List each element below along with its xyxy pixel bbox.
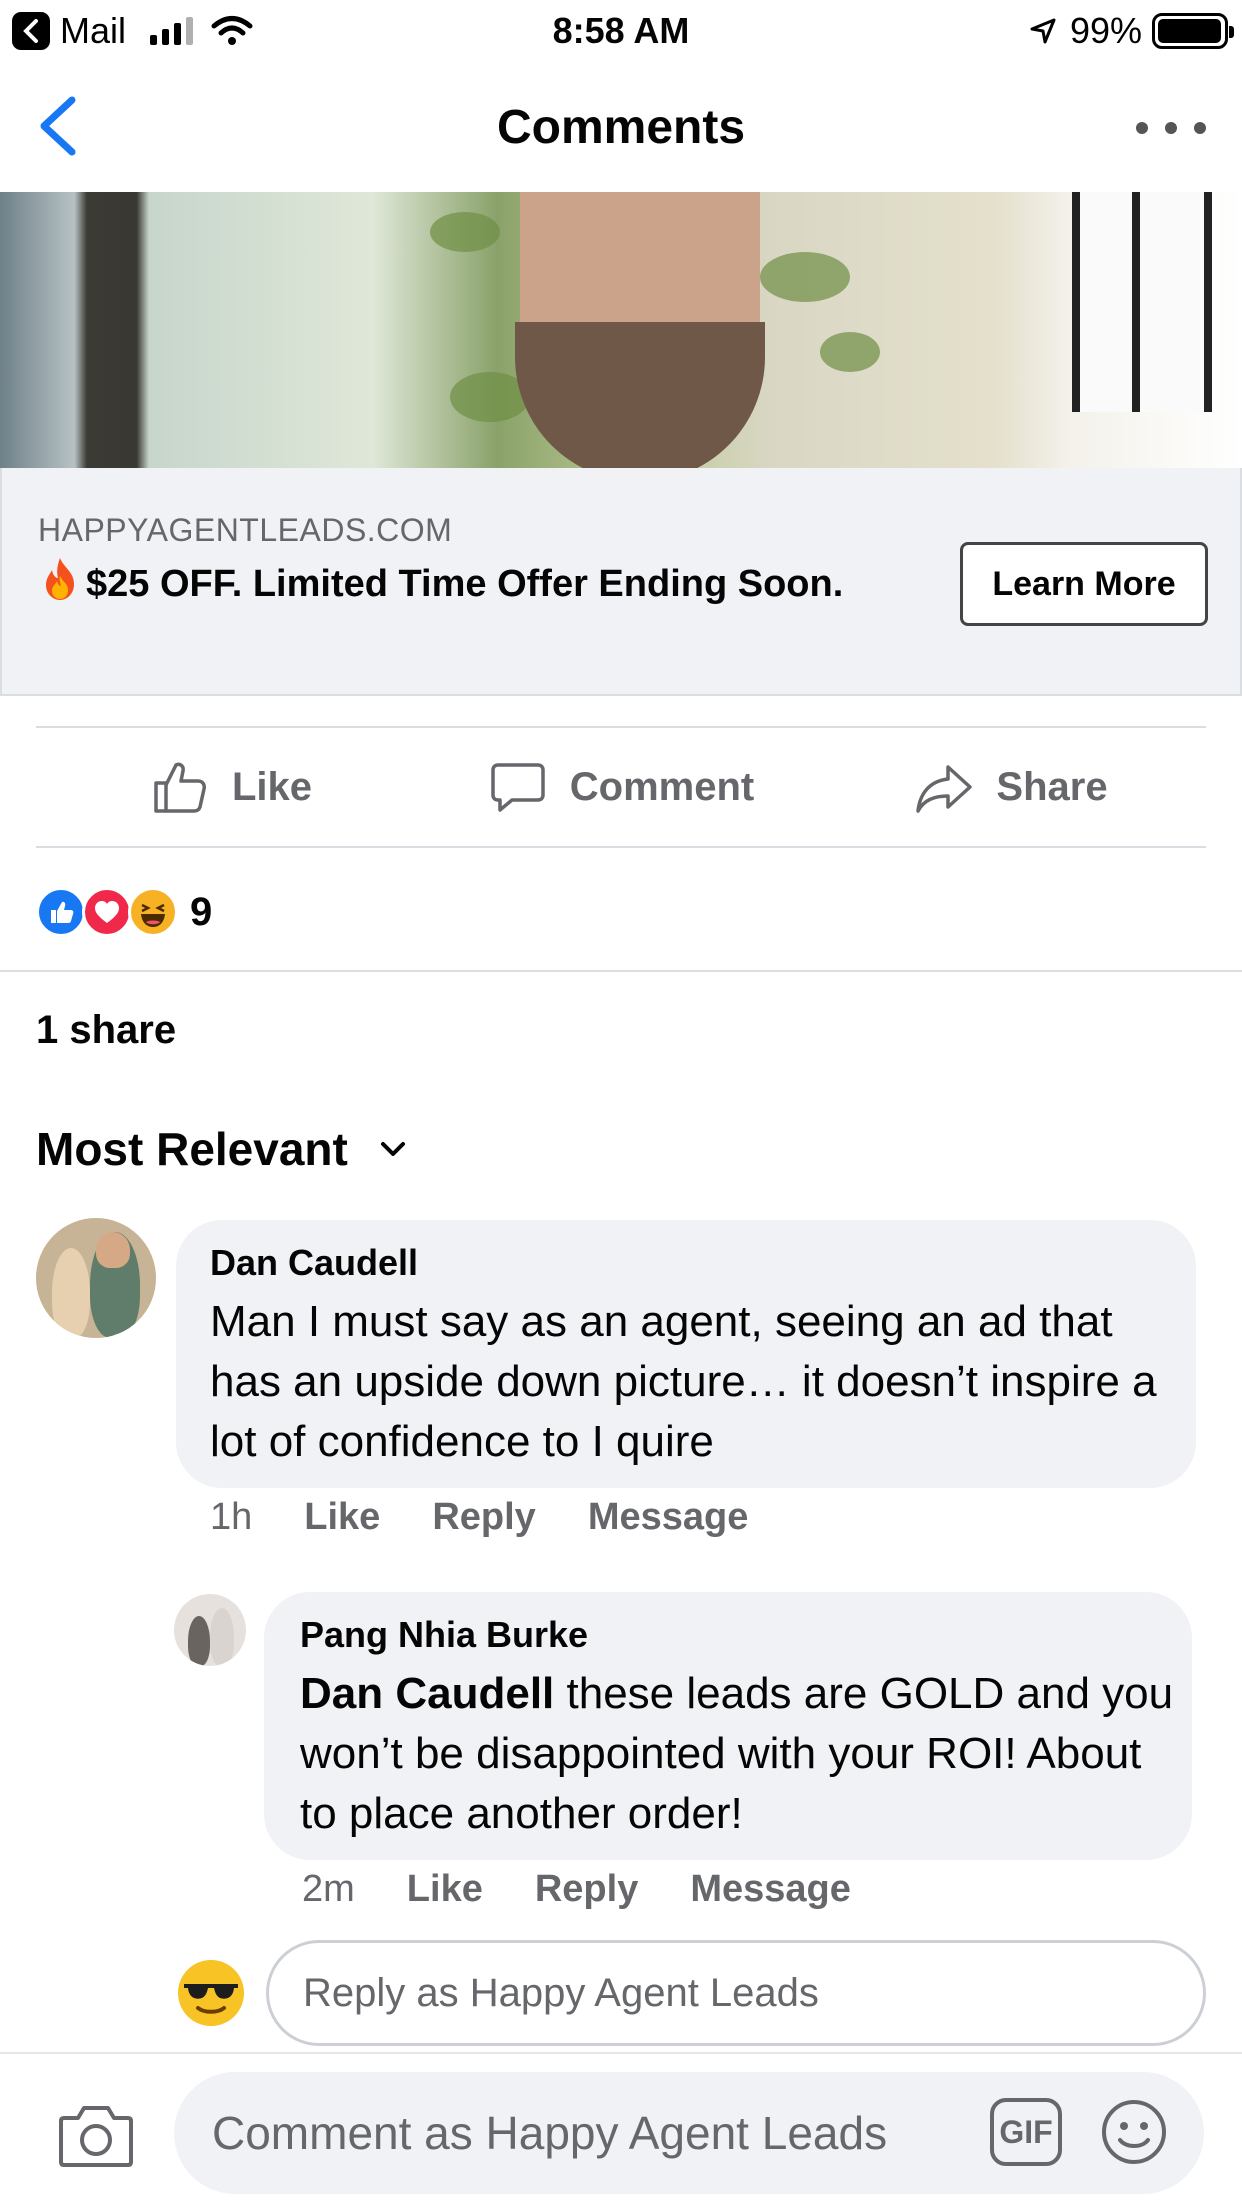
- avatar[interactable]: [36, 1218, 156, 1338]
- comment-author[interactable]: Dan Caudell: [210, 1242, 418, 1284]
- share-count[interactable]: 1 share: [36, 1008, 176, 1053]
- reply-composer: Reply as Happy Agent Leads: [176, 1940, 1206, 2046]
- ad-headline: $25 OFF. Limited Time Offer Ending Soon.: [38, 556, 918, 611]
- ad-domain: HAPPYAGENTLEADS.COM: [38, 512, 453, 548]
- comment-text: Man I must say as an agent, seeing an ad…: [210, 1297, 1157, 1466]
- mention-link[interactable]: Dan Caudell: [300, 1669, 554, 1718]
- reply-author[interactable]: Pang Nhia Burke: [300, 1614, 588, 1656]
- haha-reaction-icon: [128, 887, 178, 937]
- location-arrow-icon: [1030, 18, 1056, 44]
- share-button[interactable]: Share: [816, 728, 1206, 846]
- comment-time: 1h: [210, 1496, 253, 1538]
- comment-bubble-icon: [491, 763, 545, 812]
- comment-placeholder: Comment as Happy Agent Leads: [212, 2107, 888, 2159]
- sort-label: Most Relevant: [36, 1123, 348, 1175]
- more-options-button[interactable]: [1136, 108, 1206, 148]
- comment-bubble[interactable]: Dan Caudell Man I must say as an agent, …: [176, 1220, 1196, 1488]
- more-icon: [1136, 122, 1148, 134]
- share-arrow-icon: [916, 765, 973, 813]
- reply-input[interactable]: Reply as Happy Agent Leads: [266, 1940, 1206, 2046]
- comment-sort-dropdown[interactable]: Most Relevant: [36, 1122, 408, 1176]
- chevron-down-icon: [380, 1142, 405, 1156]
- reply-text: Dan Caudell these leads are GOLD and you…: [300, 1664, 1180, 1844]
- divider: [0, 970, 1242, 972]
- reply-reply-link[interactable]: Reply: [535, 1868, 638, 1911]
- like-reaction-icon: [36, 887, 86, 937]
- reply-placeholder: Reply as Happy Agent Leads: [303, 1970, 819, 2015]
- sunglasses-emoji-icon: [178, 1960, 244, 2026]
- comment-message-link[interactable]: Message: [588, 1496, 749, 1539]
- avatar[interactable]: [174, 1594, 246, 1666]
- gif-button[interactable]: GIF: [990, 2098, 1062, 2166]
- camera-icon[interactable]: [58, 2102, 134, 2168]
- thumbs-up-icon: [154, 762, 206, 813]
- like-label: Like: [231, 764, 313, 809]
- reply-message-link[interactable]: Message: [690, 1868, 851, 1911]
- battery-icon: [1152, 13, 1234, 49]
- emoji-icon[interactable]: [1100, 2098, 1168, 2166]
- ad-headline-text: $25 OFF. Limited Time Offer Ending Soon.: [86, 563, 844, 605]
- comment-label: Comment: [569, 764, 755, 809]
- post-action-bar: Like Comment Share: [36, 726, 1206, 848]
- comment-button[interactable]: Comment: [426, 728, 816, 846]
- reaction-count: 9: [190, 889, 213, 934]
- learn-more-button[interactable]: Learn More: [960, 542, 1208, 626]
- reply-like-link[interactable]: Like: [407, 1868, 483, 1911]
- reply-meta: 2m Like Reply Message: [302, 1868, 851, 1911]
- love-reaction-icon: [82, 887, 132, 937]
- status-bar: Mail 8:58 AM 99%: [0, 0, 1242, 62]
- comment-like-link[interactable]: Like: [304, 1496, 380, 1539]
- nav-bar: Comments: [0, 62, 1242, 192]
- battery-percent: 99%: [1069, 10, 1142, 51]
- comment-reply-link[interactable]: Reply: [432, 1496, 535, 1539]
- comment-composer-bar: Comment as Happy Agent Leads GIF: [0, 2052, 1242, 2208]
- ad-link-card[interactable]: HAPPYAGENTLEADS.COM $25 OFF. Limited Tim…: [0, 468, 1242, 696]
- reply-time: 2m: [302, 1868, 355, 1910]
- share-label: Share: [996, 764, 1108, 809]
- fire-icon: [46, 558, 74, 600]
- comment-meta: 1h Like Reply Message: [210, 1496, 748, 1539]
- like-button[interactable]: Like: [36, 728, 426, 846]
- reactions-summary[interactable]: 9: [36, 884, 212, 940]
- ad-image[interactable]: [0, 192, 1242, 468]
- reply-bubble[interactable]: Pang Nhia Burke Dan Caudell these leads …: [264, 1592, 1192, 1860]
- page-title: Comments: [496, 101, 746, 154]
